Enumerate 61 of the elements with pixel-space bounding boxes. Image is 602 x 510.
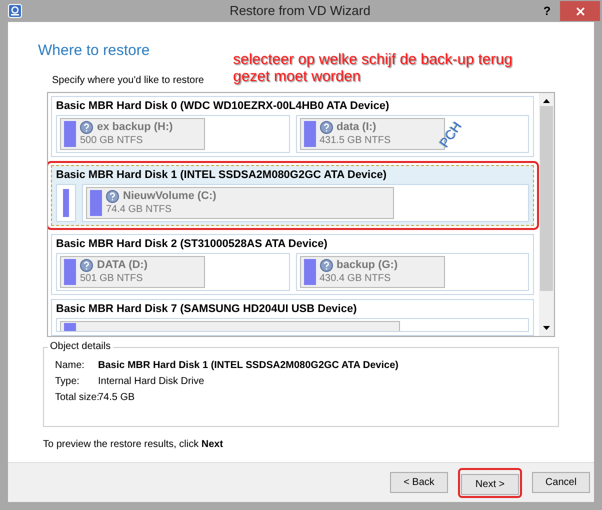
partition-size: 74.4 GB NTFS (106, 203, 173, 217)
hint-text: To preview the restore results, click Next (43, 438, 224, 452)
partition-size: 430.4 GB NTFS (320, 272, 392, 286)
annotation-text: selecteer op welke schijf de back-up terug gezet moet worden (233, 51, 514, 85)
disk-name: Basic MBR Hard Disk 0 (WDC WD10EZRX-00L4HB0 ATA Device) (56, 99, 390, 113)
question-icon (320, 120, 332, 134)
disk-card[interactable]: Basic MBR Hard Disk 7 (SAMSUNG HD204UI USB Device) (51, 299, 534, 336)
partition-size: 501 GB NTFS (80, 272, 144, 286)
field-label: Type: (55, 375, 80, 388)
close-button[interactable] (560, 1, 600, 21)
partition-bar (64, 121, 76, 147)
disk-name: Basic MBR Hard Disk 7 (SAMSUNG HD204UI USB Device) (56, 302, 357, 316)
page-heading: Where to restore (38, 41, 150, 61)
partition-bar (63, 189, 69, 217)
partition-bar (304, 121, 316, 147)
app-icon (8, 4, 22, 18)
partition-label: NieuwVolume (C:) (123, 189, 216, 203)
close-icon (576, 6, 584, 16)
wizard-button[interactable]: < Back (390, 472, 448, 493)
partition-block[interactable]: NieuwVolume (C:) 74.4 GB NTFS (86, 187, 394, 219)
question-icon (320, 258, 332, 272)
disk-card[interactable]: Basic MBR Hard Disk 1 (INTEL SSDSA2M080G2GC ATA Device) NieuwVolume (C:) 74.4 GB NTFS (51, 165, 534, 226)
field-label: Name: (55, 359, 86, 372)
partition-block[interactable]: backup (G:) 430.4 GB NTFS (300, 256, 444, 288)
window-title: Restore from VD Wizard (230, 2, 370, 20)
field-value: Internal Hard Disk Drive (98, 375, 204, 388)
disk-name: Basic MBR Hard Disk 2 (ST31000528AS ATA Device) (56, 237, 328, 251)
partition-slot[interactable]: ex backup (H:) 500 GB NTFS (56, 115, 290, 153)
partition-slot[interactable]: backup (G:) 430.4 GB NTFS (296, 253, 529, 291)
scrollbar[interactable] (539, 93, 554, 336)
help-button[interactable]: ? (534, 0, 560, 22)
question-icon (80, 120, 93, 134)
partition-bar (304, 259, 316, 285)
scroll-up-icon[interactable] (543, 99, 550, 103)
partition-size: 500 GB NTFS (80, 134, 144, 148)
partition-slot[interactable] (56, 318, 529, 332)
partition-block[interactable]: ex backup (H:) 500 GB NTFS (60, 118, 205, 150)
field-value: 74.5 GB (98, 391, 135, 404)
disk-card[interactable]: Basic MBR Hard Disk 2 (ST31000528AS ATA Device) DATA (D:) 501 GB NTFS backup (G:) 430.4 GB NTFS (51, 234, 534, 295)
partition-slot[interactable]: NieuwVolume (C:) 74.4 GB NTFS (82, 184, 529, 222)
instruction-text: Specify where you'd like to restore (52, 74, 204, 88)
partition-slot[interactable] (56, 184, 76, 222)
partition-label: DATA (D:) (97, 258, 148, 272)
partition-label: ex backup (H:) (97, 120, 173, 134)
group-title: Object details (48, 341, 113, 353)
wizard-button[interactable]: Cancel (532, 472, 590, 493)
partition-label: backup (G:) (336, 258, 398, 272)
partition-label: data (I:) (336, 120, 376, 134)
scroll-thumb[interactable] (540, 106, 553, 291)
partition-size: 431.5 GB NTFS (320, 134, 391, 148)
scroll-down-icon[interactable] (543, 326, 550, 330)
partition-slot[interactable]: DATA (D:) 501 GB NTFS (56, 253, 290, 291)
wizard-button[interactable]: Next > (461, 474, 519, 494)
partition-bar (64, 259, 76, 285)
field-value: Basic MBR Hard Disk 1 (INTEL SSDSA2M080G2GC ATA Device) (98, 359, 398, 372)
field-label: Total size: (55, 391, 98, 404)
partition-bar (90, 190, 102, 216)
question-icon (80, 258, 93, 272)
disk-name: Basic MBR Hard Disk 1 (INTEL SSDSA2M080G2GC ATA Device) (56, 168, 387, 182)
partition-block[interactable]: DATA (D:) 501 GB NTFS (60, 256, 205, 288)
question-icon (106, 190, 119, 202)
